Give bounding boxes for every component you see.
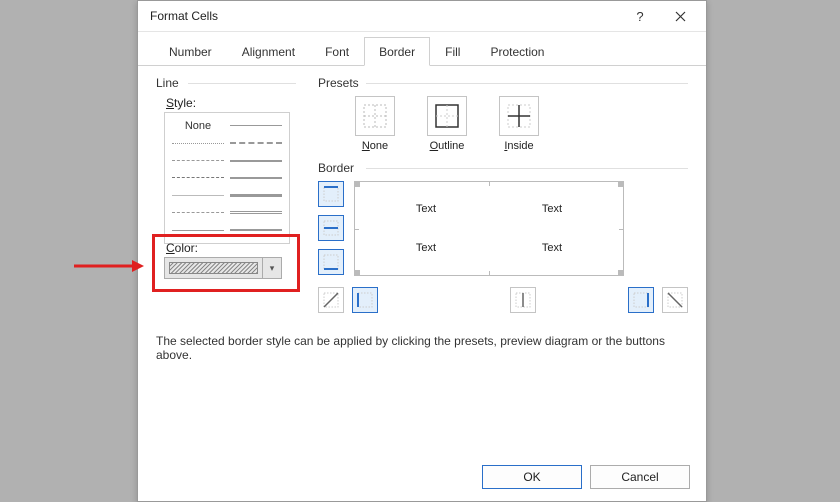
line-style-option[interactable] [230,194,282,197]
line-style-option[interactable] [230,160,282,162]
border-preview[interactable]: Text Text Text Text [354,181,624,276]
line-style-option[interactable] [230,142,282,144]
dialog-title: Format Cells [150,9,620,23]
line-style-option[interactable] [172,195,224,196]
tab-strip: Number Alignment Font Border Fill Protec… [138,36,706,66]
color-label: Color: [166,241,296,255]
tab-protection[interactable]: Protection [475,37,559,66]
line-style-option[interactable] [172,177,224,178]
color-dropdown[interactable]: ▾ [164,257,282,279]
preset-none-label: None [362,140,388,152]
tab-border[interactable]: Border [364,37,430,66]
line-group: Line Style: None [156,76,296,244]
border-top-button[interactable] [318,181,344,207]
line-header: Line [156,76,185,90]
preset-inside-label: Inside [504,140,533,152]
line-style-option[interactable] [230,211,282,214]
border-middle-h-button[interactable] [318,215,344,241]
border-bottom-button[interactable] [318,249,344,275]
chevron-down-icon: ▾ [262,258,281,278]
presets-header: Presets [318,76,365,90]
line-style-option[interactable] [230,229,282,231]
preset-outline-button[interactable] [427,96,467,136]
hint-text: The selected border style can be applied… [156,334,688,362]
line-style-option[interactable] [172,230,224,231]
border-left-button[interactable] [352,287,378,313]
preview-cell: Text [489,190,615,229]
border-diag-down-button[interactable] [662,287,688,313]
line-style-option[interactable] [172,143,224,144]
border-header: Border [318,161,360,175]
preset-outline-label: Outline [430,140,465,152]
preview-cell: Text [489,229,615,268]
preset-inside-button[interactable] [499,96,539,136]
ok-button[interactable]: OK [482,465,582,489]
border-diag-up-button[interactable] [318,287,344,313]
line-style-option[interactable] [172,160,224,161]
line-style-picker[interactable]: None [164,112,290,244]
tab-alignment[interactable]: Alignment [227,37,310,66]
format-cells-dialog: Format Cells ? Number Alignment Font Bor… [137,0,707,502]
tab-fill[interactable]: Fill [430,37,475,66]
border-group: Border Text Text Text Text [318,161,688,321]
cancel-button[interactable]: Cancel [590,465,690,489]
preview-cell: Text [363,190,489,229]
line-style-option[interactable] [172,212,224,213]
color-swatch [165,258,262,278]
tab-content-border: Line Style: None [138,66,706,456]
help-button[interactable]: ? [620,2,660,30]
annotation-arrow [72,258,144,274]
presets-group: Presets None Outline [318,76,688,152]
line-style-none[interactable]: None [185,120,211,132]
close-button[interactable] [660,2,700,30]
line-style-option[interactable] [230,125,282,126]
preview-cell: Text [363,229,489,268]
line-style-option[interactable] [230,177,282,179]
dialog-footer: OK Cancel [482,465,690,489]
border-middle-v-button[interactable] [510,287,536,313]
preset-none-button[interactable] [355,96,395,136]
tab-font[interactable]: Font [310,37,364,66]
line-style-label: Style: [166,96,296,110]
titlebar: Format Cells ? [138,1,706,32]
tab-number[interactable]: Number [154,37,227,66]
border-right-button[interactable] [628,287,654,313]
color-group: Color: ▾ [156,241,296,279]
